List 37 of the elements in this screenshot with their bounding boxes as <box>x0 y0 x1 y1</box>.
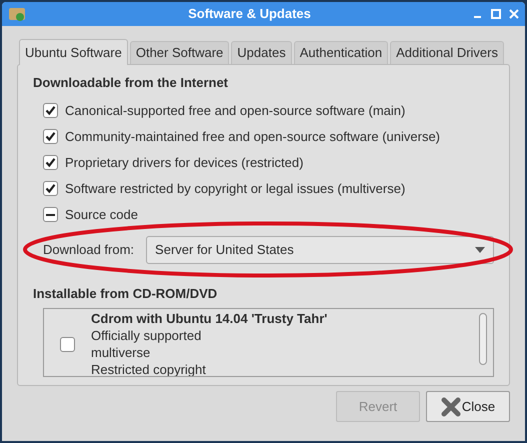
field-label: Download from: <box>43 240 134 259</box>
option-label: Proprietary drivers for devices (restricted) <box>65 154 304 172</box>
cdrom-title: Cdrom with Ubuntu 14.04 'Trusty Tahr' <box>91 310 328 326</box>
cdrom-detail: Restricted copyright <box>91 360 207 376</box>
tab[interactable]: Additional Drivers <box>390 41 504 64</box>
close-button[interactable]: Close <box>426 391 510 422</box>
tab[interactable]: Ubuntu Software <box>19 39 128 65</box>
cdrom-detail: Officially supported <box>91 326 202 344</box>
close-x-icon <box>440 396 461 416</box>
window-title: Software & Updates <box>187 5 312 24</box>
checkbox[interactable] <box>43 129 58 144</box>
app-icon <box>8 6 26 22</box>
close-icon[interactable] <box>509 9 519 19</box>
section-heading: Downloadable from the Internet <box>33 74 230 92</box>
tab[interactable]: Authentication <box>294 41 388 64</box>
option-row[interactable]: Software restricted by copyright or legal issues (multiverse) <box>33 176 494 202</box>
option-label: Source code <box>65 206 138 224</box>
option-row[interactable]: Source code <box>33 202 494 228</box>
caret-icon <box>475 246 485 252</box>
tab[interactable]: Other Software <box>130 41 230 64</box>
checkbox[interactable] <box>43 103 58 118</box>
option-label: Community-maintained free and open-source software (universe) <box>65 128 440 146</box>
checkbox[interactable] <box>60 337 75 352</box>
option-row[interactable]: Community-maintained free and open-source software (universe) <box>33 124 494 150</box>
option-label: Software restricted by copyright or legal issues (multiverse) <box>65 180 406 198</box>
checkbox[interactable] <box>43 155 58 170</box>
scrollbar[interactable] <box>479 313 487 365</box>
server-dropdown[interactable]: Server for United States <box>146 236 494 264</box>
tab[interactable]: Updates <box>231 41 292 64</box>
option-row[interactable]: Proprietary drivers for devices (restricted) <box>33 150 494 176</box>
cdrom-detail: multiverse <box>91 344 152 360</box>
maximize-icon[interactable] <box>491 9 501 19</box>
section-heading: Installable from CD-ROM/DVD <box>33 284 218 302</box>
option-label: Canonical-supported free and open-source software (main) <box>65 102 406 120</box>
option-row[interactable]: Canonical-supported free and open-source software (main) <box>33 98 494 124</box>
checkbox[interactable] <box>43 181 58 196</box>
checkbox[interactable] <box>43 207 58 222</box>
